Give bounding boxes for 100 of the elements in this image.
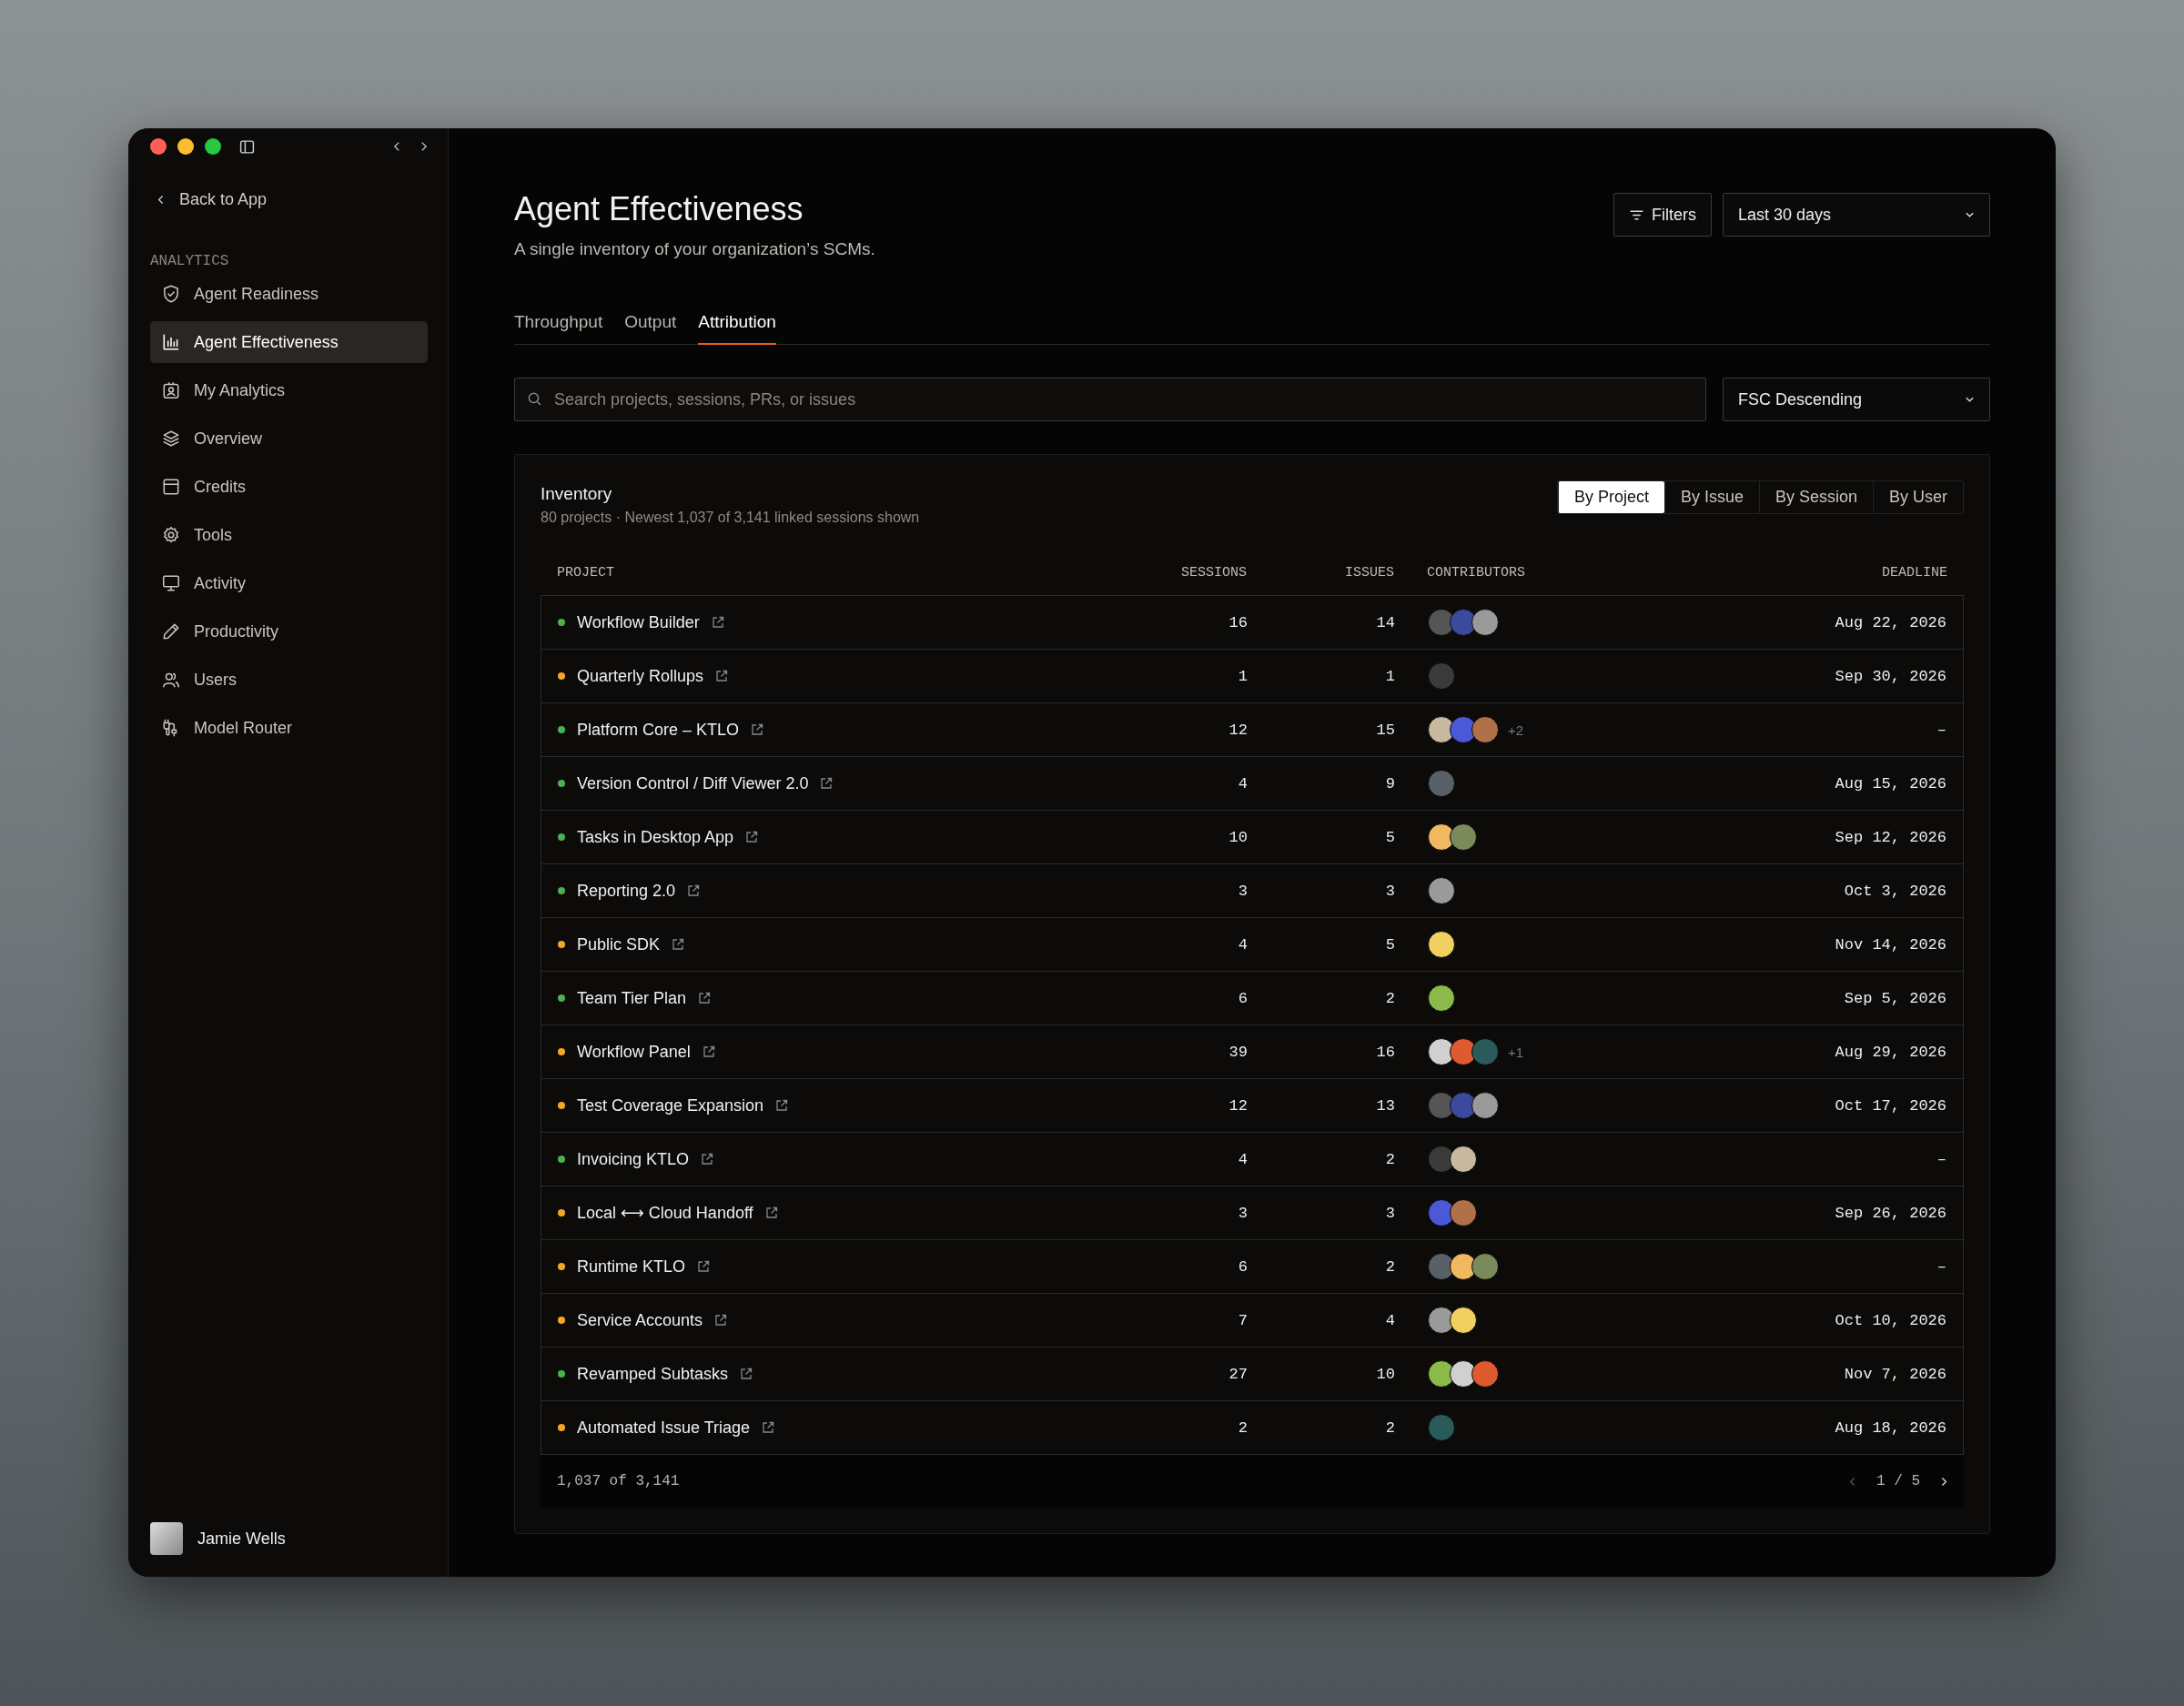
table-row[interactable]: Runtime KTLO 6 2 – — [541, 1239, 1963, 1293]
external-link-icon[interactable] — [750, 722, 765, 737]
project-name[interactable]: Automated Issue Triage — [577, 1418, 751, 1438]
project-name[interactable]: Runtime KTLO — [577, 1257, 686, 1277]
sidebar-toggle-icon[interactable] — [239, 138, 255, 155]
table-cell-text: 10 — [1228, 828, 1248, 846]
table-cell-text: Sep 12, 2026 — [1834, 828, 1946, 846]
project-name[interactable]: Quarterly Rollups — [577, 666, 704, 686]
table-row[interactable]: Automated Issue Triage 2 2 Aug 18, 2026 — [541, 1400, 1963, 1454]
project-name[interactable]: Tasks in Desktop App — [577, 827, 734, 847]
table-row[interactable]: Reporting 2.0 3 3 Oct 3, 2026 — [541, 863, 1963, 917]
sidebar-item[interactable]: Model Router — [150, 707, 428, 749]
table-cell-text: 10 — [1375, 1365, 1395, 1383]
panel-icon — [161, 477, 181, 497]
chevron-down-icon — [1965, 396, 1975, 403]
tab[interactable]: Output — [624, 312, 677, 345]
column-header[interactable]: CONTRIBUTORS — [1394, 564, 1765, 580]
view-tab[interactable]: By Session — [1758, 481, 1873, 513]
table-row[interactable]: Public SDK 4 5 Nov 14, 2026 — [541, 917, 1963, 971]
project-name[interactable]: Service Accounts — [577, 1310, 703, 1330]
external-link-icon[interactable] — [686, 883, 702, 898]
page-subtitle: A single inventory of your organization’s SCMs. — [514, 239, 875, 259]
table-row[interactable]: Tasks in Desktop App 10 5 Sep 12, 2026 — [541, 810, 1963, 863]
filters-button[interactable]: Filters — [1613, 193, 1712, 237]
project-name[interactable]: Public SDK — [577, 934, 661, 954]
project-name[interactable]: Test Coverage Expansion — [577, 1095, 764, 1115]
view-tab[interactable]: By User — [1873, 481, 1963, 513]
more-count: +1 — [1508, 1044, 1524, 1060]
bar-chart-icon — [161, 332, 181, 352]
view-tab[interactable]: By Project — [1557, 481, 1664, 513]
sort-dropdown[interactable]: FSC Descending — [1723, 378, 1990, 421]
column-header[interactable]: ISSUES — [1247, 564, 1394, 580]
external-link-icon[interactable] — [696, 1259, 712, 1274]
table-row[interactable]: Invoicing KTLO 4 2 – — [541, 1132, 1963, 1186]
table-row[interactable]: Workflow Builder 16 14 Aug 22, 2026 — [541, 596, 1963, 649]
table-cell-text: 15 — [1375, 721, 1395, 739]
next-page-icon[interactable] — [1940, 1475, 1947, 1488]
table-row[interactable]: Revamped Subtasks 27 10 Nov 7, 2026 — [541, 1347, 1963, 1400]
project-name[interactable]: Reporting 2.0 — [577, 881, 676, 901]
table-cell-text: 3 — [1384, 882, 1395, 900]
window-control-button[interactable] — [150, 138, 167, 155]
table-row[interactable]: Service Accounts 7 4 Oct 10, 2026 — [541, 1293, 1963, 1347]
project-name[interactable]: Invoicing KTLO — [577, 1149, 690, 1169]
sidebar-item[interactable]: Activity — [150, 562, 428, 604]
external-link-icon[interactable] — [701, 1045, 716, 1059]
table-row[interactable]: Test Coverage Expansion 12 13 Oct 17, 2026 — [541, 1078, 1963, 1132]
external-link-icon[interactable] — [774, 1098, 790, 1113]
project-name[interactable]: Version Control / Diff Viewer 2.0 — [577, 773, 809, 793]
table-cell-text: Nov 7, 2026 — [1843, 1365, 1946, 1383]
sidebar-item[interactable]: My Analytics — [150, 369, 428, 411]
external-link-icon[interactable] — [671, 937, 686, 952]
project-name[interactable]: Revamped Subtasks — [577, 1364, 729, 1384]
table-cell-text: Sep 30, 2026 — [1834, 667, 1946, 685]
sidebar-item[interactable]: Overview — [150, 418, 428, 459]
external-link-icon[interactable] — [739, 1367, 754, 1381]
table-row[interactable]: Local ⟷ Cloud Handoff 3 3 Sep 26, 2026 — [541, 1186, 1963, 1239]
external-link-icon[interactable] — [761, 1420, 776, 1435]
view-tab[interactable]: By Issue — [1663, 481, 1759, 513]
sidebar-item[interactable]: Productivity — [150, 611, 428, 652]
table-row[interactable]: Workflow Panel 39 16 +1 Aug 29, 2026 — [541, 1025, 1963, 1078]
external-link-icon[interactable] — [714, 669, 730, 683]
search-field[interactable]: Search projects, sessions, PRs, or issues — [514, 378, 1706, 421]
tab[interactable]: Throughput — [514, 312, 603, 345]
external-link-icon[interactable] — [763, 1206, 779, 1220]
column-header[interactable]: PROJECT — [557, 564, 1103, 580]
table-row[interactable]: Quarterly Rollups 1 1 Sep 30, 2026 — [541, 649, 1963, 702]
project-name[interactable]: Platform Core – KTLO — [577, 720, 740, 740]
table-cell-text: 6 — [1237, 989, 1248, 1007]
project-name[interactable]: Workflow Builder — [577, 612, 700, 632]
table-row[interactable]: Platform Core – KTLO 12 15 +2 – — [541, 702, 1963, 756]
tab[interactable]: Attribution — [698, 312, 776, 345]
external-link-icon[interactable] — [713, 1313, 729, 1327]
search-icon — [527, 391, 542, 407]
window-control-button[interactable] — [205, 138, 221, 155]
date-range-dropdown[interactable]: Last 30 days — [1723, 193, 1990, 237]
table-row[interactable]: Version Control / Diff Viewer 2.0 4 9 Aug 15, 2026 — [541, 756, 1963, 810]
table-cell-text: Sep 5, 2026 — [1843, 989, 1946, 1007]
external-link-icon[interactable] — [697, 991, 713, 1005]
table-cell-text: Aug 22, 2026 — [1834, 613, 1946, 631]
table-cell-text: Aug 15, 2026 — [1834, 774, 1946, 792]
project-name[interactable]: Team Tier Plan — [577, 988, 687, 1008]
id-badge-icon — [161, 380, 181, 400]
user-profile[interactable]: Jamie Wells — [150, 1522, 428, 1555]
sidebar-item[interactable]: Tools — [150, 514, 428, 556]
sidebar-item[interactable]: Credits — [150, 466, 428, 508]
sidebar-item[interactable]: Users — [150, 659, 428, 701]
back-link[interactable]: Back to App — [157, 190, 428, 209]
project-name[interactable]: Local ⟷ Cloud Handoff — [577, 1203, 753, 1223]
table-row[interactable]: Team Tier Plan 6 2 Sep 5, 2026 — [541, 971, 1963, 1025]
window-control-button[interactable] — [177, 138, 194, 155]
sidebar-item[interactable]: Agent Effectiveness — [150, 321, 428, 363]
column-header[interactable]: SESSIONS — [1103, 564, 1247, 580]
external-link-icon[interactable] — [744, 830, 760, 844]
external-link-icon[interactable] — [819, 776, 834, 791]
column-header[interactable]: DEADLINE — [1765, 564, 1947, 580]
previous-page-icon[interactable] — [1849, 1475, 1856, 1488]
external-link-icon[interactable] — [710, 615, 725, 630]
project-name[interactable]: Workflow Panel — [577, 1042, 691, 1062]
sidebar-item[interactable]: Agent Readiness — [150, 273, 428, 315]
external-link-icon[interactable] — [700, 1152, 715, 1166]
